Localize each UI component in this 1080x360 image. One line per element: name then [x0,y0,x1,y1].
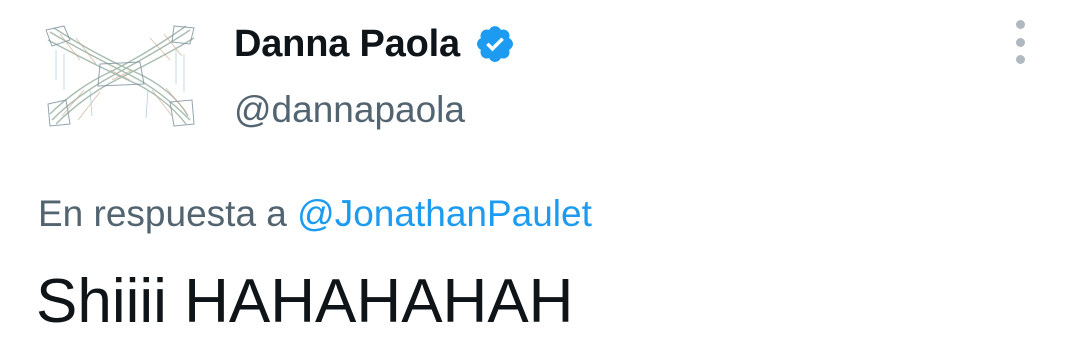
author-handle[interactable]: @dannapaola [234,86,465,134]
more-options-icon[interactable] [1008,20,1032,64]
tweet: Danna Paola @dannapaola En respuesta a @… [0,0,1080,360]
avatar-image [45,25,195,127]
tweet-text: Shiiii HAHAHAHAH [36,267,574,336]
avatar[interactable] [40,20,200,130]
more-dot [1015,55,1025,64]
verified-badge-icon [474,23,516,65]
reply-prefix: En respuesta a [38,193,287,234]
reply-to-user-link[interactable]: @JonathanPaulet [297,193,592,234]
more-dot [1015,37,1025,47]
author-display-name[interactable]: Danna Paola [234,20,460,68]
author-name-row[interactable]: Danna Paola [234,20,516,68]
more-dot [1015,20,1025,29]
reply-context: En respuesta a @JonathanPaulet [38,190,592,238]
